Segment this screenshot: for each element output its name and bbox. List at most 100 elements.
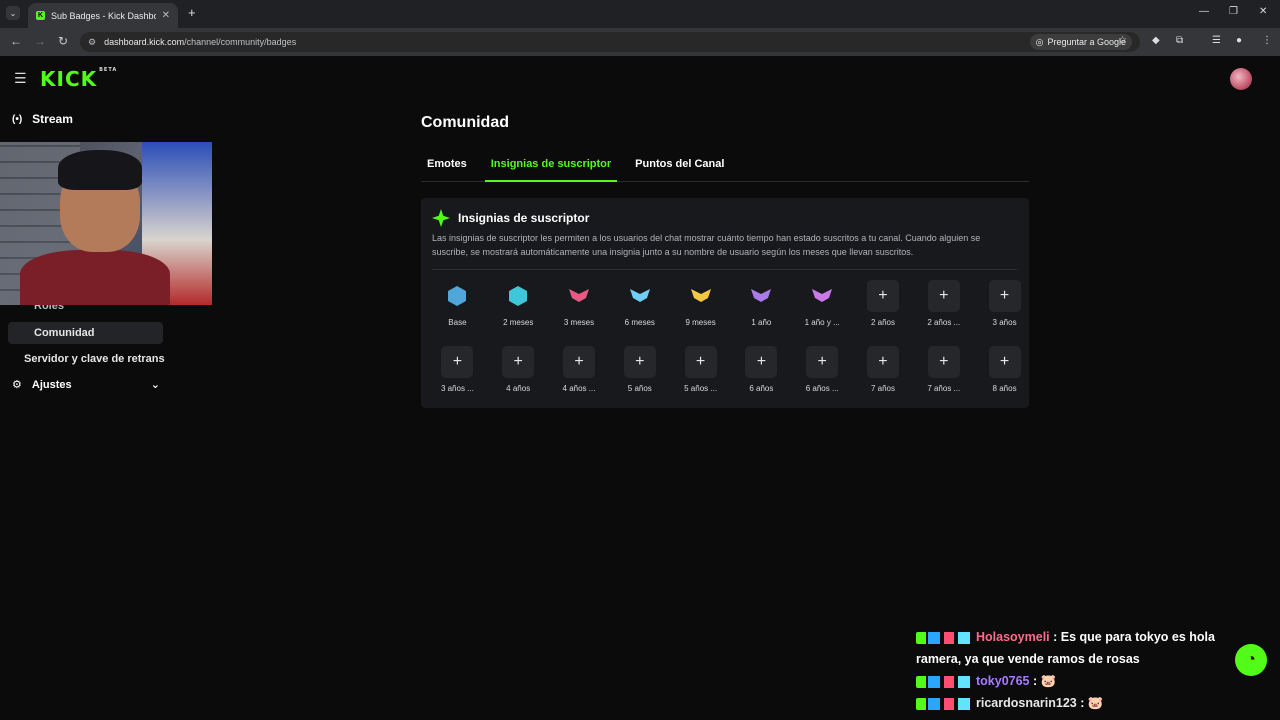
badge-label: 7 años ... — [927, 384, 961, 393]
beta-tag: BETA — [99, 67, 118, 73]
orb-wing-badge-icon[interactable] — [806, 280, 838, 312]
plus-icon[interactable]: + — [927, 346, 960, 378]
chat-badges-icon — [916, 675, 972, 688]
plus-icon[interactable]: + — [988, 280, 1021, 312]
ask-google-label: Preguntar a Google — [1047, 37, 1126, 47]
panel-header: Insignias de suscriptor — [432, 209, 589, 227]
chat-username[interactable]: toky0765 — [976, 674, 1030, 688]
user-avatar[interactable] — [1230, 68, 1252, 90]
close-tab-icon[interactable]: ✕ — [162, 10, 170, 21]
chat-badges-icon — [916, 631, 972, 644]
chat-badges-icon — [916, 697, 972, 710]
badge-label: 8 años — [992, 384, 1017, 393]
browser-tabstrip: ⌄ K Sub Badges - Kick Dashboard ✕ + — ❐ … — [0, 0, 1280, 28]
badge-slot[interactable]: 1 año y ... — [792, 280, 853, 327]
back-icon[interactable]: ← — [10, 34, 22, 48]
minimize-icon[interactable]: — — [1199, 6, 1209, 17]
plus-icon[interactable]: + — [441, 346, 474, 378]
menu-kebab-icon[interactable]: ⋮ — [1262, 35, 1272, 46]
badge-slot[interactable]: Base — [427, 280, 488, 327]
tab-sub-badges[interactable]: Insignias de suscriptor — [484, 154, 618, 182]
badge-label: 3 años ... — [440, 384, 474, 393]
tab-list-icon[interactable]: ⌄ — [6, 6, 20, 20]
chat-overlay: Holasoymeli : Es que para tokyo es hola … — [916, 626, 1256, 714]
plus-icon[interactable]: + — [623, 346, 656, 378]
wing-badge-icon[interactable] — [563, 280, 595, 312]
badge-label: Base — [448, 318, 467, 327]
plus-icon[interactable]: + — [745, 346, 778, 378]
chat-username[interactable]: ricardosnarin123 — [976, 696, 1077, 710]
badge-slot[interactable]: +4 años — [488, 346, 549, 393]
support-chat-button[interactable]: ◔ — [1235, 644, 1267, 676]
badge-slot[interactable]: 9 meses — [670, 280, 731, 327]
badge-slot[interactable]: +5 años — [609, 346, 670, 393]
sidebar-item-community[interactable]: Comunidad — [34, 327, 95, 339]
reload-icon[interactable]: ↻ — [58, 34, 68, 48]
sidebar-item-label: Ajustes — [31, 378, 72, 391]
badge-slot[interactable]: +5 años ... — [670, 346, 731, 393]
tab-emotes[interactable]: Emotes — [421, 154, 473, 182]
badge-slot[interactable]: 3 meses — [549, 280, 610, 327]
badge-label: 4 años — [506, 384, 531, 393]
badge-label: 6 años — [749, 384, 774, 393]
badge-slot[interactable]: +8 años — [974, 346, 1035, 393]
sub-badges-panel: Insignias de suscriptor Las insignias de… — [421, 198, 1029, 408]
badge-slot[interactable]: +4 años ... — [549, 346, 610, 393]
badge-slot[interactable]: +6 años ... — [792, 346, 853, 393]
restore-icon[interactable]: ❐ — [1229, 6, 1238, 17]
site-info-icon[interactable]: ⚙ — [88, 37, 96, 48]
badge-label: 1 año — [751, 318, 772, 327]
bookmark-star-icon[interactable]: ☆ — [1118, 35, 1127, 46]
dashboard-app: ☰ KICK BETA (•) Stream Roles Comunidad Se… — [0, 56, 1280, 710]
badge-slot[interactable]: 2 meses — [488, 280, 549, 327]
sidebar-item-stream[interactable]: (•) Stream — [12, 112, 73, 126]
badge-label: 2 años ... — [927, 318, 961, 327]
badge-slot[interactable]: +3 años — [974, 280, 1035, 327]
sidebar-item-server[interactable]: Servidor y clave de retrans — [24, 353, 165, 365]
url-input[interactable]: ⚙ dashboard.kick.com /channel/community/… — [80, 32, 1140, 52]
plus-icon[interactable]: + — [988, 346, 1021, 378]
gem-badge-icon[interactable] — [441, 280, 473, 312]
sidebar-item-settings[interactable]: ⚙ Ajustes ⌄ — [12, 378, 160, 392]
extensions-puzzle-icon[interactable]: ⧉ — [1176, 35, 1183, 46]
plus-icon[interactable]: + — [562, 346, 595, 378]
chevron-down-icon[interactable]: ⌄ — [151, 378, 160, 391]
badge-slot[interactable]: +7 años ... — [913, 346, 974, 393]
plus-icon[interactable]: + — [866, 280, 899, 312]
badge-grid: Base 2 meses 3 meses 6 meses 9 meses 1 año 1 a… — [427, 280, 1023, 393]
badge-slot[interactable]: +2 años — [853, 280, 914, 327]
plus-icon[interactable]: + — [866, 346, 899, 378]
plus-icon[interactable]: + — [684, 346, 717, 378]
tab-channel-points[interactable]: Puntos del Canal — [629, 154, 730, 182]
badge-label: 2 años — [870, 318, 895, 327]
extension-diamond-icon[interactable]: ◆ — [1152, 35, 1160, 46]
badge-slot[interactable]: +3 años ... — [427, 346, 488, 393]
profile-icon[interactable]: ● — [1236, 35, 1242, 46]
badge-slot[interactable]: +6 años — [731, 346, 792, 393]
badge-label: 3 años — [992, 318, 1017, 327]
ask-google-button[interactable]: ◎ Preguntar a Google — [1029, 34, 1132, 50]
reading-list-icon[interactable]: ☰ — [1212, 35, 1221, 46]
badge-label: 1 año y ... — [804, 318, 840, 327]
chat-username[interactable]: Holasoymeli — [976, 630, 1050, 644]
forward-icon[interactable]: → — [34, 34, 46, 48]
panel-title: Insignias de suscriptor — [458, 211, 590, 225]
hex-gem-badge-icon[interactable] — [502, 280, 534, 312]
new-tab-icon[interactable]: + — [188, 5, 196, 20]
plus-icon[interactable]: + — [502, 346, 535, 378]
badge-slot[interactable]: 6 meses — [609, 280, 670, 327]
plus-icon[interactable]: + — [806, 346, 839, 378]
wing-badge-icon[interactable] — [624, 280, 656, 312]
browser-tab[interactable]: K Sub Badges - Kick Dashboard ✕ — [28, 3, 178, 28]
wing-badge-icon[interactable] — [745, 280, 777, 312]
badge-slot[interactable]: +2 años ... — [913, 280, 974, 327]
close-window-icon[interactable]: ✕ — [1259, 6, 1267, 17]
plus-icon[interactable]: + — [927, 280, 960, 312]
crown-wing-badge-icon[interactable] — [685, 280, 717, 312]
badge-slot[interactable]: +7 años — [853, 346, 914, 393]
badge-slot[interactable]: 1 año — [731, 280, 792, 327]
tab-title: Sub Badges - Kick Dashboard — [51, 10, 156, 21]
kick-logo[interactable]: KICK BETA — [40, 67, 117, 91]
hamburger-menu-icon[interactable]: ☰ — [14, 70, 27, 87]
logo-text: KICK — [40, 67, 98, 91]
